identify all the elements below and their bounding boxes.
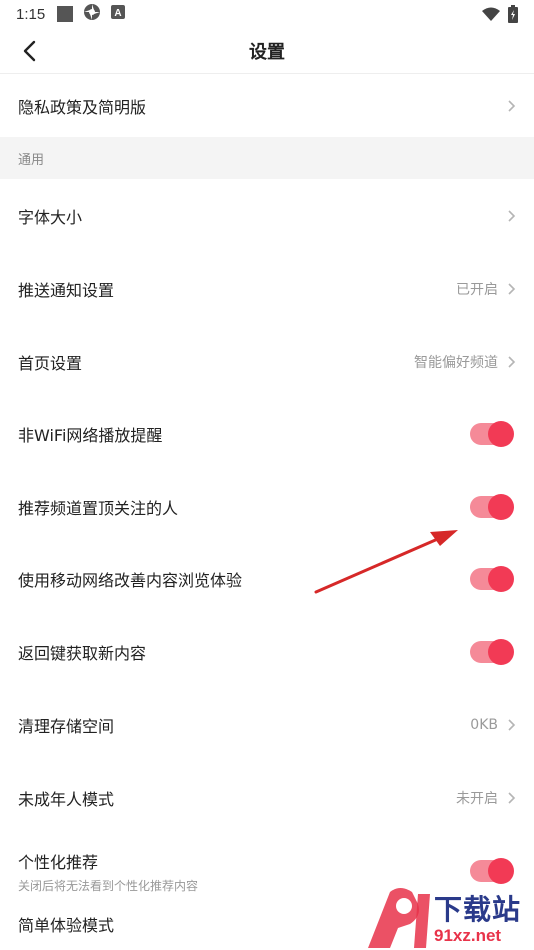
status-right (482, 5, 518, 23)
row-label: 非WiFi网络播放提醒 (18, 426, 163, 445)
battery-icon (508, 5, 518, 23)
row-label: 简单体验模式 (18, 916, 115, 935)
chevron-right-icon (508, 719, 516, 731)
row-label: 返回键获取新内容 (18, 644, 147, 663)
toggle-knob (488, 421, 514, 447)
toggle-pin-followed[interactable] (470, 494, 514, 520)
watermark-cn: 下载站 (434, 893, 522, 926)
row-minor-mode[interactable]: 未成年人模式 未开启 (0, 762, 534, 834)
app-header: 设置 (0, 28, 534, 74)
row-privacy-policy[interactable]: 隐私政策及简明版 (0, 75, 534, 137)
toggle-mobile-network-improve[interactable] (470, 566, 514, 592)
row-label: 清理存储空间 (18, 717, 115, 736)
row-push-notifications[interactable]: 推送通知设置 已开启 (0, 253, 534, 325)
toggle-knob (488, 494, 514, 520)
row-font-size[interactable]: 字体大小 (0, 180, 534, 252)
row-pin-followed: 推荐频道置顶关注的人 (0, 471, 534, 543)
chevron-right-icon (508, 100, 516, 112)
row-value: 未开启 (456, 791, 498, 807)
row-value: 0KB (470, 717, 498, 733)
toggle-knob (488, 566, 514, 592)
toggle-knob (488, 858, 514, 884)
chevron-right-icon (508, 210, 516, 222)
row-value: 智能偏好频道 (414, 355, 498, 371)
row-label: 字体大小 (18, 208, 83, 227)
toggle-non-wifi-reminder[interactable] (470, 421, 514, 447)
wifi-icon (482, 7, 500, 21)
row-back-key-refresh: 返回键获取新内容 (0, 616, 534, 688)
chevron-right-icon (508, 792, 516, 804)
row-label: 推送通知设置 (18, 281, 115, 300)
a-badge-icon: A (111, 5, 126, 23)
toggle-back-key-refresh[interactable] (470, 639, 514, 665)
section-header-general: 通用 (0, 137, 534, 179)
row-label: 隐私政策及简明版 (18, 98, 147, 117)
row-mobile-network-improve: 使用移动网络改善内容浏览体验 (0, 543, 534, 615)
status-bar: 1:15 A (0, 0, 534, 28)
chevron-right-icon (508, 356, 516, 368)
row-label: 首页设置 (18, 354, 83, 373)
row-home-settings[interactable]: 首页设置 智能偏好频道 (0, 326, 534, 398)
page-title: 设置 (249, 42, 285, 63)
toggle-knob (488, 639, 514, 665)
row-sub: 关闭后将无法看到个性化推荐内容 (18, 878, 199, 893)
row-label: 推荐频道置顶关注的人 (18, 499, 179, 518)
row-label: 个性化推荐 (18, 852, 99, 872)
svg-text:A: A (115, 8, 122, 19)
chevron-right-icon (508, 283, 516, 295)
toggle-personalized-recommendation[interactable] (470, 858, 514, 884)
pinwheel-icon (83, 3, 101, 25)
row-label: 未成年人模式 (18, 790, 115, 809)
watermark-en: 91xz.net (434, 926, 502, 945)
row-label: 使用移动网络改善内容浏览体验 (18, 571, 243, 590)
status-time: 1:15 (16, 5, 46, 23)
row-value: 已开启 (456, 282, 498, 298)
row-clear-storage[interactable]: 清理存储空间 0KB (0, 689, 534, 761)
square-icon (57, 6, 74, 22)
row-non-wifi-reminder: 非WiFi网络播放提醒 (0, 398, 534, 470)
